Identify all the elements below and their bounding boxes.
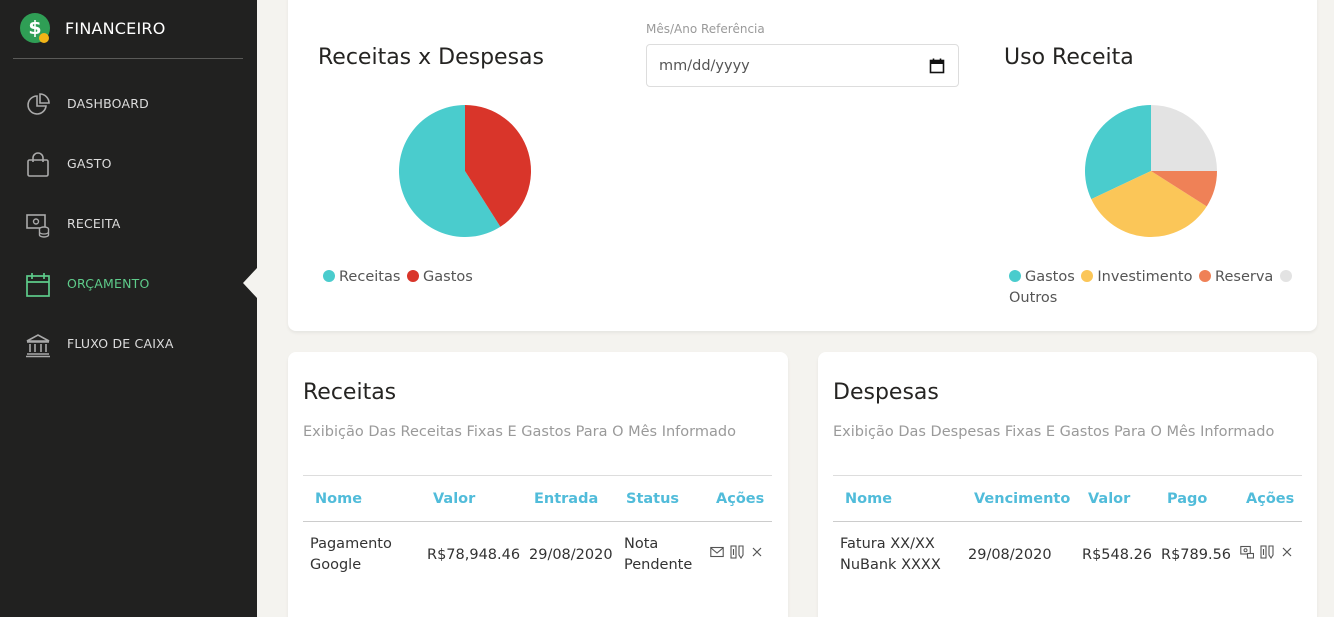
pie-chart-uso-receita bbox=[1085, 105, 1217, 237]
legend-item-receitas: Receitas bbox=[323, 269, 400, 285]
edit-icon[interactable] bbox=[730, 545, 744, 559]
sidebar: $ FINANCEIRO DASHBOARD GASTO RECEITA ORÇ… bbox=[0, 0, 257, 617]
table-row: Pagamento Google R$78,948.46 29/08/2020 … bbox=[303, 522, 772, 577]
column-header-nome[interactable]: Nome bbox=[303, 475, 421, 522]
sidebar-item-dashboard[interactable]: DASHBOARD bbox=[0, 82, 257, 126]
table-row: Fatura XX/XX NuBank XXXX 29/08/2020 R$54… bbox=[833, 522, 1302, 577]
column-header-nome[interactable]: Nome bbox=[833, 475, 962, 522]
cell-valor: R$548.26 bbox=[1082, 547, 1153, 563]
chart-title-uso-receita: Uso Receita bbox=[1004, 45, 1134, 70]
cell-nome: Fatura XX/XX NuBank XXXX bbox=[833, 522, 962, 577]
receitas-title: Receitas bbox=[303, 380, 397, 405]
close-icon[interactable] bbox=[750, 545, 764, 559]
cell-nome: Pagamento Google bbox=[303, 522, 421, 577]
date-input[interactable]: mm/dd/yyyy bbox=[646, 44, 959, 87]
receitas-subtitle: Exibição Das Receitas Fixas E Gastos Par… bbox=[303, 424, 736, 440]
column-header-entrada[interactable]: Entrada bbox=[522, 475, 614, 522]
sidebar-item-label: ORÇAMENTO bbox=[67, 276, 150, 291]
column-header-vencimento[interactable]: Vencimento bbox=[962, 475, 1076, 522]
legend-uso-receita: Gastos Investimento Reserva Outros bbox=[1009, 267, 1299, 309]
receitas-table: Nome Valor Entrada Status Ações Pagament… bbox=[303, 475, 772, 576]
column-header-valor[interactable]: Valor bbox=[1076, 475, 1155, 522]
sidebar-item-fluxo-de-caixa[interactable]: FLUXO DE CAIXA bbox=[0, 322, 257, 366]
pie-slice-outros[interactable] bbox=[1151, 105, 1217, 171]
pie-chart-receitas-despesas bbox=[399, 105, 531, 238]
legend-dot bbox=[1009, 270, 1021, 282]
cell-pago: R$789.56 bbox=[1161, 547, 1232, 563]
despesas-title: Despesas bbox=[833, 380, 939, 405]
edit-icon[interactable] bbox=[1260, 545, 1274, 559]
legend-dot bbox=[1081, 270, 1094, 282]
cell-nome-line1: Fatura XX/XX bbox=[840, 536, 935, 552]
legend-receitas-despesas: Receitas Gastos bbox=[323, 267, 475, 288]
date-label: Mês/Ano Referência bbox=[646, 22, 765, 36]
pie-chart-icon bbox=[27, 93, 50, 115]
legend-label: Gastos bbox=[423, 269, 473, 285]
legend-item-gastos: Gastos bbox=[1009, 269, 1075, 285]
receitas-card: Receitas Exibição Das Receitas Fixas E G… bbox=[288, 352, 788, 617]
cell-nome-line2: NuBank XXXX bbox=[840, 557, 941, 573]
row-actions bbox=[710, 545, 764, 559]
receipt-icon[interactable] bbox=[1240, 545, 1254, 559]
table-header-row: Nome Valor Entrada Status Ações bbox=[303, 475, 772, 522]
sidebar-item-orcamento[interactable]: ORÇAMENTO bbox=[0, 262, 257, 306]
sidebar-item-gasto[interactable]: GASTO bbox=[0, 142, 257, 186]
date-placeholder: mm/dd/yyyy bbox=[659, 58, 750, 74]
table-header-row: Nome Vencimento Valor Pago Ações bbox=[833, 475, 1302, 522]
legend-label: Gastos bbox=[1025, 269, 1075, 285]
cell-status-line1: Nota bbox=[624, 536, 659, 552]
close-icon[interactable] bbox=[1280, 545, 1294, 559]
legend-label: Outros bbox=[1009, 290, 1058, 306]
despesas-subtitle: Exibição Das Despesas Fixas E Gastos Par… bbox=[833, 424, 1275, 440]
sidebar-item-label: FLUXO DE CAIXA bbox=[67, 336, 174, 351]
sidebar-item-label: DASHBOARD bbox=[67, 96, 149, 111]
dollar-logo-icon: $ bbox=[20, 13, 50, 43]
sidebar-item-label: GASTO bbox=[67, 156, 112, 171]
cell-vencimento: 29/08/2020 bbox=[968, 547, 1052, 563]
despesas-table: Nome Vencimento Valor Pago Ações Fatura … bbox=[833, 475, 1302, 576]
active-indicator bbox=[243, 268, 257, 298]
sidebar-item-label: RECEITA bbox=[67, 216, 121, 231]
legend-dot bbox=[1279, 270, 1292, 282]
cell-entrada: 29/08/2020 bbox=[529, 547, 613, 563]
column-header-status[interactable]: Status bbox=[614, 475, 704, 522]
legend-dot bbox=[1199, 270, 1212, 282]
cell-status: Nota Pendente bbox=[614, 522, 704, 577]
legend-dot bbox=[407, 270, 420, 282]
column-header-acoes: Ações bbox=[1234, 475, 1302, 522]
coin-icon bbox=[39, 33, 49, 43]
row-actions bbox=[1240, 545, 1294, 559]
envelope-icon[interactable] bbox=[710, 545, 724, 559]
calendar-picker-icon[interactable] bbox=[929, 58, 945, 74]
legend-label: Reserva bbox=[1215, 269, 1274, 285]
brand-name: FINANCEIRO bbox=[65, 19, 166, 38]
charts-card: Receitas x Despesas Receitas Gastos Mês/… bbox=[288, 0, 1317, 331]
column-header-valor[interactable]: Valor bbox=[421, 475, 522, 522]
despesas-card: Despesas Exibição Das Despesas Fixas E G… bbox=[818, 352, 1317, 617]
legend-item-gastos: Gastos bbox=[407, 269, 473, 285]
legend-item-investimento: Investimento bbox=[1081, 269, 1192, 285]
brand[interactable]: $ FINANCEIRO bbox=[13, 0, 243, 59]
cell-nome-line2: Google bbox=[310, 557, 362, 573]
sidebar-item-receita[interactable]: RECEITA bbox=[0, 202, 257, 246]
legend-item-reserva: Reserva bbox=[1199, 269, 1273, 285]
cell-status-line2: Pendente bbox=[624, 557, 693, 573]
legend-dot bbox=[323, 270, 335, 282]
column-header-pago[interactable]: Pago bbox=[1155, 475, 1234, 522]
money-icon bbox=[26, 214, 50, 238]
legend-label: Investimento bbox=[1097, 269, 1193, 285]
bank-icon bbox=[26, 334, 50, 358]
chart-title-receitas-despesas: Receitas x Despesas bbox=[318, 45, 544, 70]
cell-nome-line1: Pagamento bbox=[310, 536, 392, 552]
column-header-acoes: Ações bbox=[704, 475, 772, 522]
calendar-icon bbox=[26, 273, 50, 297]
cell-valor: R$78,948.46 bbox=[427, 547, 521, 563]
cell-acoes bbox=[704, 522, 772, 577]
shopping-bag-icon bbox=[27, 152, 49, 177]
legend-label: Receitas bbox=[339, 269, 401, 285]
cell-acoes bbox=[1234, 522, 1302, 577]
